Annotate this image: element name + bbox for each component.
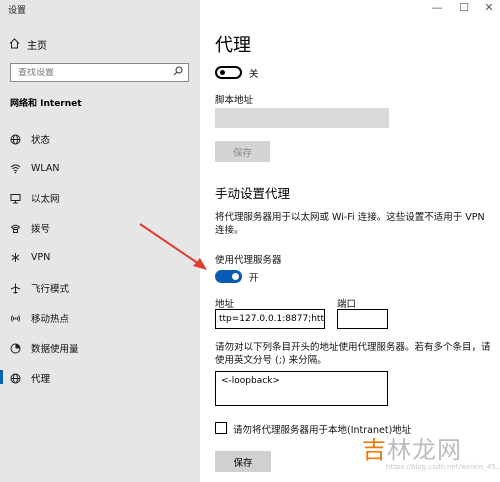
sidebar-item-label: 以太网 xyxy=(31,194,60,205)
address-input[interactable]: ttp=127.0.0.1:8877;https xyxy=(215,309,325,329)
port-label: 端口 xyxy=(337,299,357,310)
use-proxy-toggle[interactable] xyxy=(215,270,242,283)
dialup-icon xyxy=(9,222,21,234)
port-input[interactable] xyxy=(337,309,388,329)
save-button[interactable]: 保存 xyxy=(215,451,271,472)
sidebar-item-hotspot[interactable]: 移动热点 xyxy=(9,311,69,325)
sidebar-home[interactable]: 主页 xyxy=(9,37,47,52)
use-proxy-state: 开 xyxy=(249,273,259,284)
home-icon xyxy=(9,37,20,52)
use-proxy-label: 使用代理服务器 xyxy=(215,255,282,266)
watermark-logo: 吉林龙网 xyxy=(362,436,462,464)
sidebar-item-wlan[interactable]: WLAN xyxy=(9,162,60,174)
search-box[interactable] xyxy=(10,63,189,82)
sidebar-item-label: 拨号 xyxy=(31,224,51,235)
ethernet-icon xyxy=(9,192,21,204)
sidebar-item-vpn[interactable]: VPN xyxy=(9,251,50,263)
auto-detect-toggle[interactable] xyxy=(215,66,242,79)
hotspot-icon xyxy=(9,312,21,324)
content-pane xyxy=(200,0,500,482)
section-title: 网络和 Internet xyxy=(10,99,82,109)
sidebar-item-dialup[interactable]: 拨号 xyxy=(9,221,50,235)
script-address-label: 脚本地址 xyxy=(215,95,254,106)
globe-icon xyxy=(9,133,21,145)
sidebar-item-label: 数据使用量 xyxy=(31,344,79,355)
wifi-icon xyxy=(9,162,21,174)
active-indicator xyxy=(0,370,3,384)
sidebar-item-label: 飞行模式 xyxy=(31,284,70,295)
sidebar-item-status[interactable]: 状态 xyxy=(9,132,50,146)
sidebar-item-data-usage[interactable]: 数据使用量 xyxy=(9,341,79,355)
sidebar: 设置 主页 网络和 Internet 状态 WLAN 以太网 拨号 VPN 飞行… xyxy=(0,0,200,482)
sidebar-item-label: VPN xyxy=(31,251,51,263)
watermark-url: https://blog.csdn.net/weixin_45... xyxy=(386,463,500,471)
globe-icon xyxy=(9,372,21,384)
sidebar-item-label: 代理 xyxy=(31,374,51,385)
auto-toggle-state: 关 xyxy=(249,69,259,80)
sidebar-item-label: 移动热点 xyxy=(31,314,70,325)
close-button[interactable]: ✕ xyxy=(482,1,496,15)
exceptions-textarea[interactable]: <-loopback> xyxy=(215,371,388,406)
manual-proxy-heading: 手动设置代理 xyxy=(215,186,291,201)
airplane-icon xyxy=(9,282,21,294)
script-address-field[interactable] xyxy=(215,108,389,128)
minimize-button[interactable]: — xyxy=(430,1,444,15)
toggle-knob xyxy=(232,273,239,280)
page-title: 代理 xyxy=(215,35,251,56)
sidebar-home-label: 主页 xyxy=(27,41,47,52)
local-bypass-checkbox[interactable] xyxy=(215,422,227,434)
search-input[interactable] xyxy=(18,67,158,78)
sidebar-item-airplane[interactable]: 飞行模式 xyxy=(9,281,69,295)
manual-proxy-description: 将代理服务器用于以太网或 Wi-Fi 连接。这些设置不适用于 VPN 连接。 xyxy=(215,212,485,236)
address-label: 地址 xyxy=(215,299,235,310)
save-script-button[interactable]: 保存 xyxy=(215,141,270,162)
vpn-icon xyxy=(9,251,21,263)
data-usage-icon xyxy=(9,342,21,354)
maximize-button[interactable]: ☐ xyxy=(457,1,471,15)
window-title: 设置 xyxy=(8,6,27,16)
search-icon[interactable] xyxy=(173,66,183,79)
exceptions-description: 请勿对以下列条目开头的地址使用代理服务器。若有多个条目，请使用英文分号 (;) … xyxy=(215,342,491,366)
sidebar-item-ethernet[interactable]: 以太网 xyxy=(9,191,60,205)
sidebar-item-proxy[interactable]: 代理 xyxy=(9,371,50,385)
toggle-knob xyxy=(220,70,225,75)
sidebar-item-label: 状态 xyxy=(31,135,51,146)
sidebar-item-label: WLAN xyxy=(31,162,60,174)
